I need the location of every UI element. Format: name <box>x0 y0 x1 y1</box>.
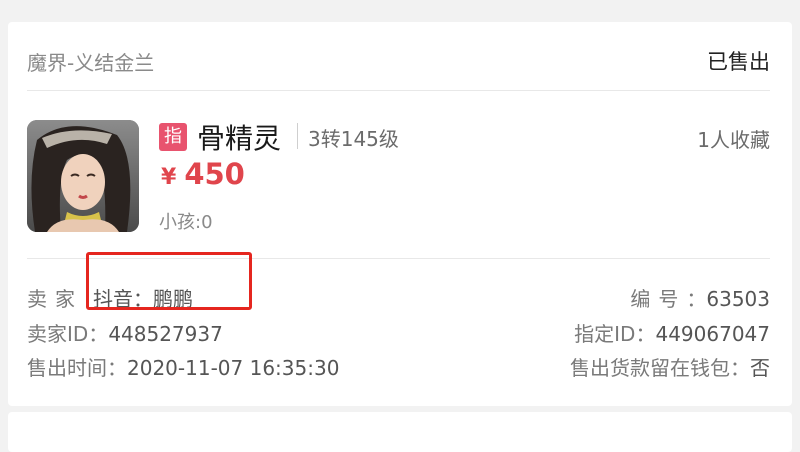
wallet-label: 售出货款留在钱包： <box>570 356 750 380</box>
character-level: 3转145级 <box>308 127 399 151</box>
wallet-row: 售出货款留在钱包：否 <box>570 352 770 381</box>
sold-time-value: 2020-11-07 16:35:30 <box>127 356 340 380</box>
favorites-count: 1人收藏 <box>697 128 770 152</box>
kids-count: 小孩:0 <box>159 212 213 233</box>
seller-label: 卖家 <box>27 287 83 311</box>
number-row: 编号：63503 <box>630 287 770 311</box>
number-value: 63503 <box>706 287 770 311</box>
server-name: 魔界-义结金兰 <box>27 51 155 75</box>
currency-symbol: ¥ <box>161 165 177 190</box>
number-label: 编号 <box>630 287 687 311</box>
designated-tag: 指 <box>159 123 187 151</box>
assigned-id-value: 449067047 <box>655 322 770 346</box>
status-label: 已售出 <box>707 50 770 74</box>
price: ¥450 <box>161 157 245 191</box>
next-order-card[interactable] <box>8 412 792 452</box>
character-avatar[interactable] <box>27 120 139 232</box>
seller-id-label: 卖家ID： <box>27 322 109 346</box>
name-separator <box>297 123 298 149</box>
character-name: 骨精灵 <box>197 122 282 155</box>
assigned-id-row: 指定ID：449067047 <box>574 318 770 347</box>
divider <box>27 90 770 91</box>
seller-id-value: 448527937 <box>108 322 223 346</box>
order-card[interactable]: 魔界-义结金兰 已售出 指 骨精灵 3转145级 1人收藏 ¥450 小孩:0 … <box>8 22 792 406</box>
seller-id-row: 卖家ID：448527937 <box>27 318 223 347</box>
character-portrait-icon <box>27 120 139 232</box>
sold-time-row: 售出时间：2020-11-07 16:35:30 <box>27 352 339 381</box>
price-value: 450 <box>184 157 245 191</box>
assigned-id-label: 指定ID： <box>574 322 656 346</box>
seller-highlight-box <box>86 252 252 310</box>
sold-time-label: 售出时间： <box>27 356 127 380</box>
wallet-value: 否 <box>750 356 770 380</box>
